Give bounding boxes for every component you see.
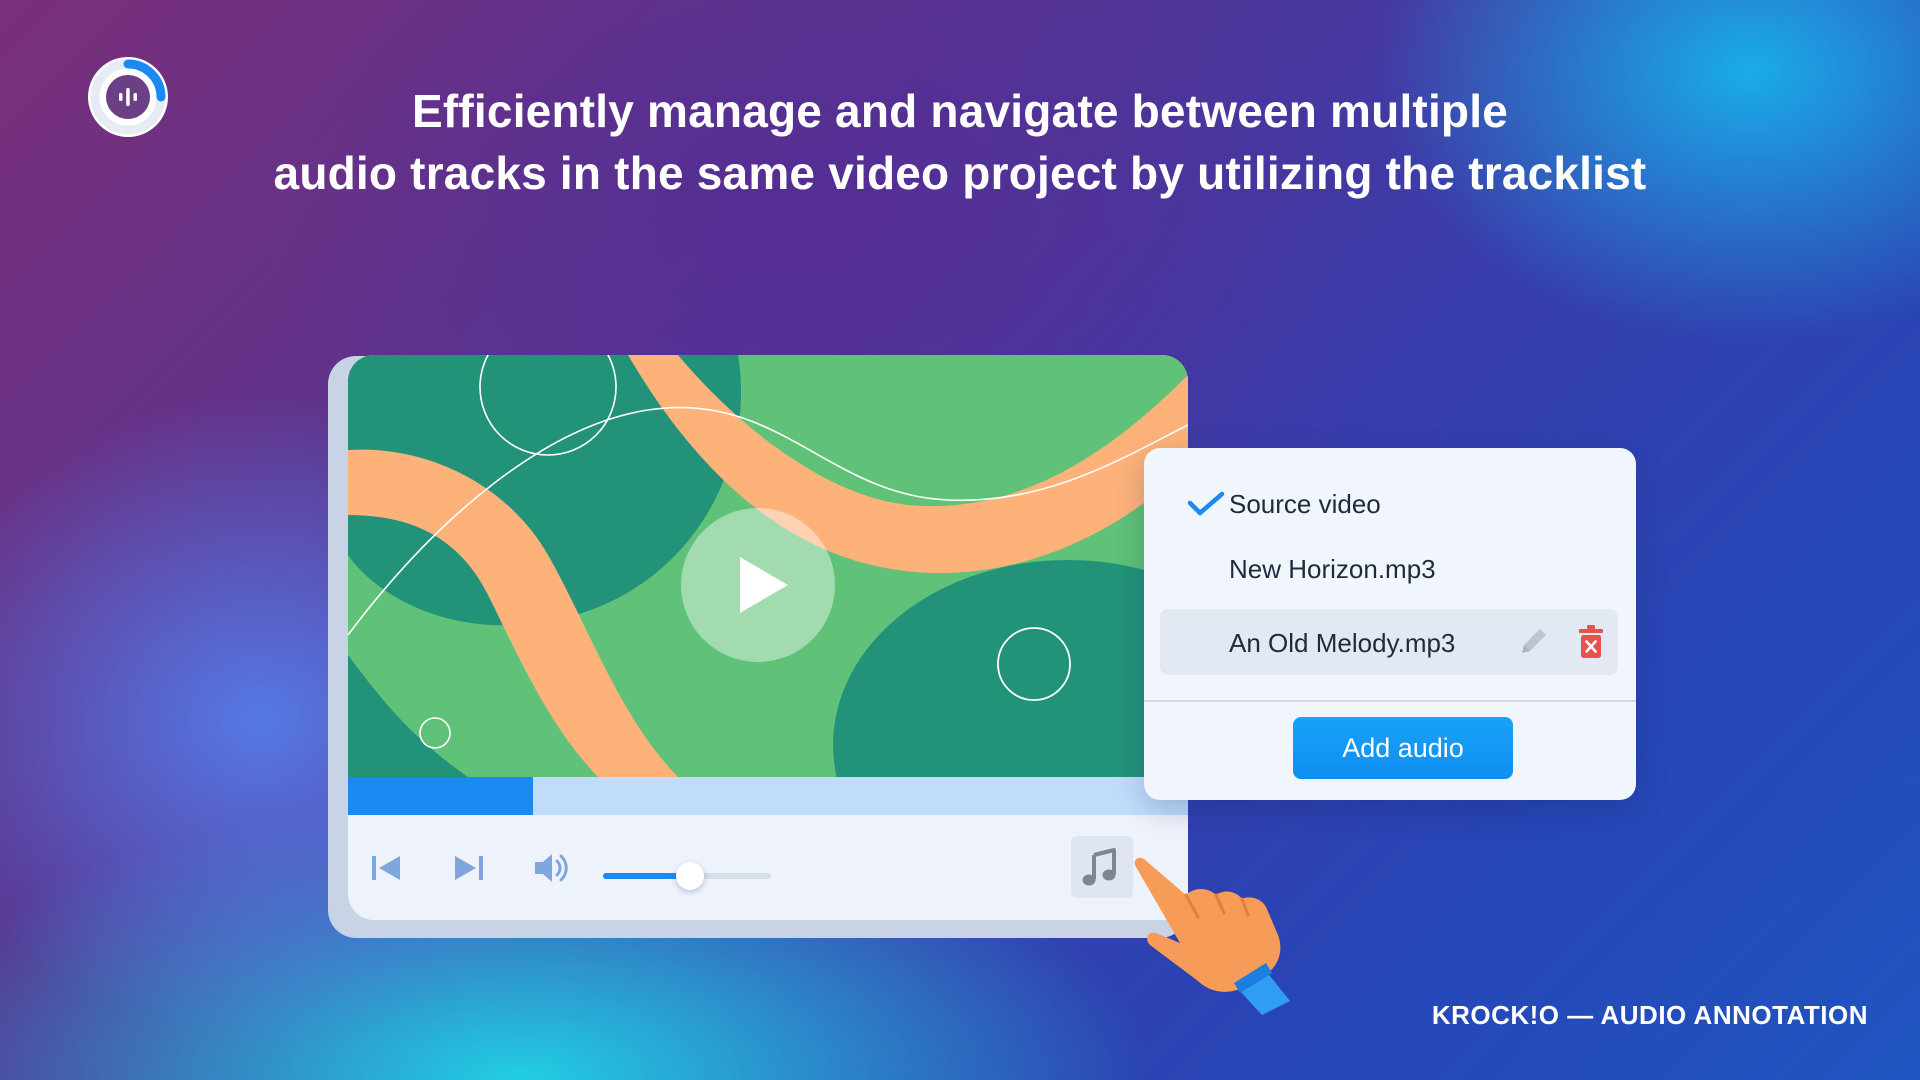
track-label: An Old Melody.mp3 [1229,628,1456,658]
skip-back-icon[interactable] [368,850,404,886]
checkmark-icon [1187,491,1225,516]
edit-pencil-icon[interactable] [1516,625,1550,659]
track-item-source-video[interactable]: Source video [1160,470,1618,536]
volume-slider[interactable] [603,862,771,890]
video-progress-fill [348,777,533,815]
volume-icon[interactable] [532,850,572,886]
delete-trash-icon[interactable] [1576,624,1606,660]
video-player [348,355,1188,920]
volume-slider-knob[interactable] [676,862,705,890]
tracklist-button[interactable] [1071,836,1133,898]
track-item-an-old-melody[interactable]: An Old Melody.mp3 [1160,609,1618,675]
music-note-icon [1082,848,1116,886]
add-audio-button[interactable]: Add audio [1293,717,1513,779]
track-item-new-horizon[interactable]: New Horizon.mp3 [1160,535,1618,601]
play-icon[interactable] [681,508,835,662]
video-preview[interactable] [348,355,1188,777]
headline-line-1: Efficiently manage and navigate between … [412,85,1508,137]
player-controls [348,815,1188,920]
track-label: New Horizon.mp3 [1229,554,1436,584]
headline: Efficiently manage and navigate between … [0,80,1920,204]
tracklist-panel: Source video New Horizon.mp3 An Old Melo… [1144,448,1636,800]
skip-forward-icon[interactable] [451,850,487,886]
panel-divider [1144,700,1636,702]
headline-line-2: audio tracks in the same video project b… [273,147,1647,199]
footer-brand: KROCK!O — AUDIO ANNOTATION [1431,1000,1868,1030]
track-label: Source video [1229,489,1381,519]
pointing-hand-icon [1134,857,1290,1015]
video-progress-bar[interactable] [348,777,1188,815]
